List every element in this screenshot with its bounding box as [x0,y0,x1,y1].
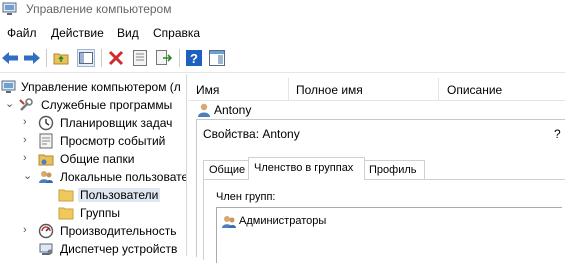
dialog-tabs: Общие Членство в группах Профиль [203,157,565,180]
device-manager-icon [38,241,54,256]
svg-text:?: ? [190,51,198,66]
tools-icon [18,97,34,113]
computer-management-icon [1,79,17,95]
toolbar-separator [46,49,47,67]
group-icon [221,214,237,230]
properties-icon[interactable] [131,49,149,67]
toolbar: ? [0,44,565,73]
clock-icon [38,115,54,131]
tree-item-label: Диспетчер устройств [60,242,178,256]
menu-file[interactable]: Файл [7,26,37,40]
tree-item-label: Общие папки [60,152,135,166]
dialog-title: Свойства: Antony [203,127,300,141]
menu-action[interactable]: Действие [51,26,104,40]
chevron-down-icon[interactable]: ⌄ [23,170,33,182]
back-arrow-icon[interactable] [1,49,19,67]
user-name: Antony [214,103,252,117]
tree-item-label: Планировщик задач [60,116,173,130]
tree-item-label: Просмотр событий [60,134,166,148]
chevron-right-icon[interactable]: › [23,134,33,146]
user-icon [196,102,212,118]
show-hide-tree-icon[interactable] [77,49,95,67]
users-icon [38,169,54,185]
column-divider[interactable] [288,78,289,100]
tree-item-label: Локальные пользовате [60,170,187,184]
column-divider[interactable] [438,78,439,100]
column-header-fullname[interactable]: Полное имя [296,83,363,97]
chevron-right-icon[interactable]: › [23,116,33,128]
help-button[interactable]: ? [554,127,561,141]
chevron-right-icon[interactable]: › [23,224,33,236]
tab-label: Профиль [369,164,417,176]
folder-icon [58,205,74,221]
member-of-list[interactable]: Администраторы [216,207,562,263]
export-list-icon[interactable] [155,49,173,67]
membership-panel: Член групп: Администраторы [203,179,565,263]
computer-management-app-icon [2,2,18,16]
console-tree: Управление компьютером (л ⌄ Служебные пр… [0,74,187,256]
group-name: Администраторы [239,215,327,227]
delete-icon[interactable] [107,49,125,67]
tab-profile[interactable]: Профиль [363,160,425,180]
performance-icon [38,223,54,239]
help-icon[interactable]: ? [185,49,203,67]
menu-help[interactable]: Справка [153,26,200,40]
action-pane-icon[interactable] [208,49,226,67]
menu-bar: Файл Действие Вид Справка [0,21,565,41]
shared-folder-icon [38,151,54,167]
folder-up-icon[interactable] [52,49,70,67]
tab-membership[interactable]: Членство в группах [248,157,365,180]
window-title: Управление компьютером [26,2,172,16]
tab-label: Общие [209,164,246,176]
forward-arrow-icon[interactable] [23,49,41,67]
tab-general[interactable]: Общие [203,160,250,180]
tree-item-label: Управление компьютером (л [21,80,181,94]
column-header-name[interactable]: Имя [196,83,219,97]
list-header: Имя Полное имя Описание [188,78,565,101]
tree-item-label: Служебные программы [41,98,173,112]
event-viewer-icon [38,133,54,149]
column-header-description[interactable]: Описание [447,83,502,97]
properties-dialog: Свойства: Antony ? Общие Членство в груп… [196,119,565,263]
tree-item-label: Пользователи [78,188,161,202]
chevron-down-icon[interactable]: ⌄ [5,98,15,110]
folder-icon [58,187,74,203]
tab-label: Членство в группах [254,162,354,174]
toolbar-separator [101,49,102,67]
member-of-label: Член групп: [216,191,276,203]
toolbar-separator [179,49,180,67]
tree-item-label: Производительность [60,224,177,238]
tree-item-label: Группы [80,206,120,220]
chevron-right-icon[interactable]: › [23,152,33,164]
title-bar: Управление компьютером [0,0,565,20]
menu-view[interactable]: Вид [117,26,139,40]
